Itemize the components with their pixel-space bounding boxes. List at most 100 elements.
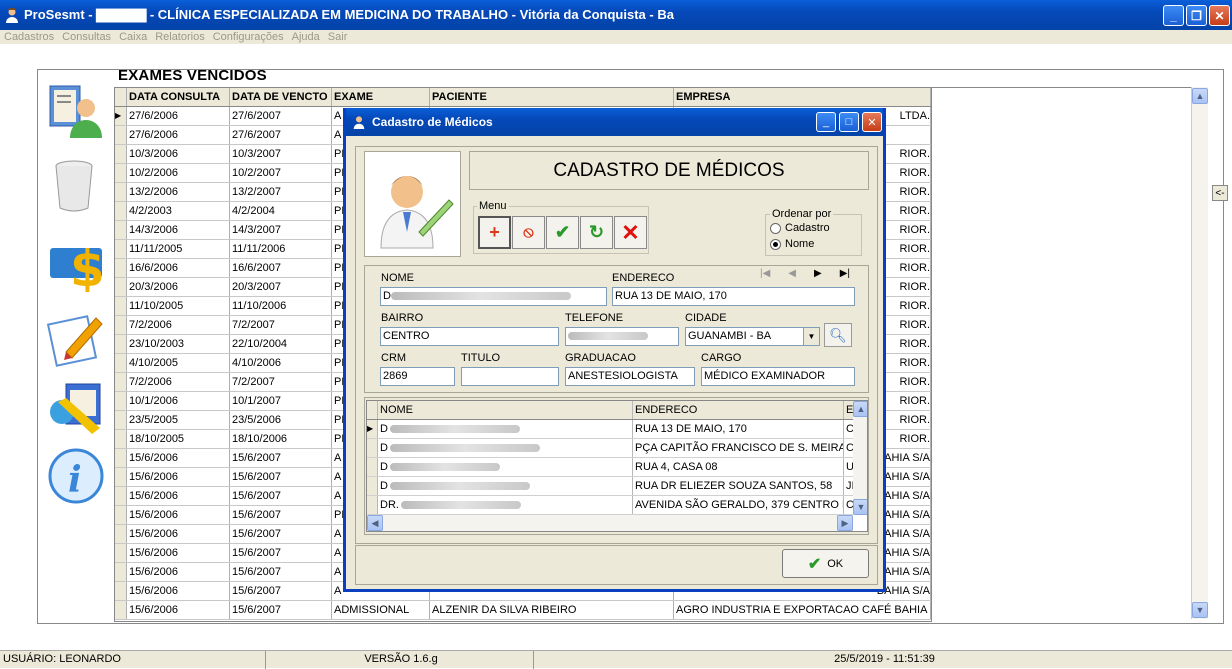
- refresh-button[interactable]: ↻: [580, 216, 613, 249]
- dialog-title: Cadastro de Médicos: [372, 115, 493, 129]
- window-titlebar: ProSesmt - ▇▇▇▇▇ - CLÍNICA ESPECIALIZADA…: [0, 0, 1232, 30]
- table-cell: 7/2/2006: [127, 316, 230, 334]
- table-cell: 10/2/2007: [230, 164, 332, 182]
- scroll-down-icon[interactable]: ▼: [1192, 602, 1208, 618]
- table-cell: 14/3/2006: [127, 221, 230, 239]
- search-icon: 🔍︎: [829, 326, 847, 343]
- list-item[interactable]: DR. AVENIDA SÃO GERALDO, 379 CENTRO ME C: [367, 496, 867, 515]
- table-cell: 13/2/2006: [127, 183, 230, 201]
- table-cell: 18/10/2006: [230, 430, 332, 448]
- edit-pencil-icon[interactable]: [46, 308, 106, 368]
- list-col-nome[interactable]: NOME: [378, 401, 633, 419]
- bairro-field[interactable]: CENTRO: [380, 327, 559, 346]
- dropdown-arrow-icon[interactable]: ▼: [803, 328, 819, 345]
- dialog-heading: CADASTRO DE MÉDICOS: [469, 151, 869, 190]
- graduacao-label: GRADUACAO: [565, 352, 636, 364]
- graduacao-field[interactable]: ANESTESIOLOGISTA: [565, 367, 695, 386]
- table-cell: 18/10/2005: [127, 430, 230, 448]
- table-cell: 7/2/2006: [127, 373, 230, 391]
- window-title: ProSesmt - ▇▇▇▇▇ - CLÍNICA ESPECIALIZADA…: [24, 7, 674, 22]
- table-cell: 27/6/2007: [230, 126, 332, 144]
- list-cell-endereco: RUA DR ELIEZER SOUZA SANTOS, 58: [633, 477, 844, 495]
- menu-sair[interactable]: Sair: [328, 31, 348, 43]
- table-cell: 15/6/2007: [230, 563, 332, 581]
- collapse-arrow-button[interactable]: <-: [1212, 185, 1228, 201]
- list-vscroll[interactable]: ▲ ▼: [853, 401, 867, 515]
- cargo-field[interactable]: MÉDICO EXAMINADOR: [701, 367, 855, 386]
- cidade-select[interactable]: GUANAMBI - BA ▼: [685, 327, 820, 346]
- order-nome-radio[interactable]: Nome: [770, 238, 814, 250]
- next-record-icon[interactable]: ▶: [814, 268, 822, 279]
- nome-field[interactable]: D: [380, 287, 607, 306]
- list-scroll-up-icon[interactable]: ▲: [853, 401, 867, 417]
- forbidden-icon: ⦸: [523, 223, 534, 241]
- order-cadastro-radio[interactable]: Cadastro: [770, 222, 830, 234]
- minimize-button[interactable]: _: [1163, 5, 1184, 26]
- crm-field[interactable]: 2869: [380, 367, 455, 386]
- col-exame[interactable]: EXAME: [332, 88, 430, 106]
- list-scroll-down-icon[interactable]: ▼: [853, 499, 867, 515]
- list-scroll-right-icon[interactable]: ▶: [837, 515, 853, 531]
- check-icon: ✔: [554, 222, 571, 242]
- table-cell: 15/6/2007: [230, 601, 332, 619]
- menu-relatorios[interactable]: Relatorios: [155, 31, 205, 43]
- record-navigator: |◀ ◀ ▶ ▶|: [760, 268, 850, 279]
- prev-record-icon[interactable]: ◀: [788, 268, 796, 279]
- menu-ajuda[interactable]: Ajuda: [292, 31, 320, 43]
- menu-caixa[interactable]: Caixa: [119, 31, 147, 43]
- list-scroll-left-icon[interactable]: ◀: [367, 515, 383, 531]
- menu-configuracoes[interactable]: Configurações: [213, 31, 284, 43]
- table-cell: 15/6/2006: [127, 506, 230, 524]
- table-cell: 11/10/2005: [127, 297, 230, 315]
- close-button[interactable]: ✕: [1209, 5, 1230, 26]
- table-cell: 15/6/2006: [127, 449, 230, 467]
- list-cell-nome: D: [378, 439, 633, 457]
- table-row[interactable]: 15/6/2006 15/6/2007 ADMISSIONAL ALZENIR DA …: [115, 601, 931, 620]
- money-icon[interactable]: $: [46, 232, 106, 298]
- search-city-button[interactable]: 🔍︎: [824, 323, 852, 347]
- patient-record-icon[interactable]: [46, 80, 106, 140]
- ok-button[interactable]: ✔ OK: [782, 549, 869, 578]
- list-item[interactable]: D RUA DR ELIEZER SOUZA SANTOS, 58 JI: [367, 477, 867, 496]
- menu-bar: Cadastros Consultas Caixa Relatorios Con…: [0, 30, 1232, 44]
- list-item[interactable]: D PÇA CAPITÃO FRANCISCO DE S. MEIRA C: [367, 439, 867, 458]
- scroll-up-icon[interactable]: ▲: [1192, 88, 1208, 104]
- delete-button[interactable]: ✕: [614, 216, 647, 249]
- info-icon[interactable]: i: [46, 448, 106, 508]
- save-button[interactable]: ✔: [546, 216, 579, 249]
- col-empresa[interactable]: EMPRESA: [674, 88, 931, 106]
- list-hscroll[interactable]: ◀ ▶: [367, 515, 853, 531]
- dialog-minimize-button[interactable]: _: [816, 112, 836, 132]
- col-data-consulta[interactable]: DATA CONSULTA: [127, 88, 230, 106]
- cancel-button[interactable]: ⦸: [512, 216, 545, 249]
- side-toolbar: $ i: [40, 78, 112, 623]
- last-record-icon[interactable]: ▶|: [840, 268, 850, 279]
- titulo-field[interactable]: [461, 367, 559, 386]
- table-cell: 23/5/2005: [127, 411, 230, 429]
- col-data-vencto[interactable]: DATA DE VENCTO: [230, 88, 332, 106]
- list-item[interactable]: D RUA 4, CASA 08 U: [367, 458, 867, 477]
- endereco-field[interactable]: RUA 13 DE MAIO, 170: [612, 287, 855, 306]
- dialog-close-button[interactable]: ✕: [862, 112, 882, 132]
- exames-vencidos-heading: EXAMES VENCIDOS: [118, 67, 267, 84]
- restore-button[interactable]: ❐: [1186, 5, 1207, 26]
- list-item[interactable]: ▶ D RUA 13 DE MAIO, 170 C: [367, 420, 867, 439]
- vertical-scrollbar[interactable]: ▲ ▼: [1191, 87, 1208, 619]
- dialog-maximize-button[interactable]: □: [839, 112, 859, 132]
- refresh-icon: ↻: [588, 222, 605, 242]
- table-cell: 15/6/2006: [127, 582, 230, 600]
- settings-tools-icon[interactable]: [46, 378, 106, 438]
- table-cell: 10/1/2006: [127, 392, 230, 410]
- table-cell: 15/6/2007: [230, 487, 332, 505]
- table-cell: 15/6/2007: [230, 468, 332, 486]
- col-paciente[interactable]: PACIENTE: [430, 88, 674, 106]
- telefone-field[interactable]: [565, 327, 679, 346]
- first-record-icon[interactable]: |◀: [760, 268, 770, 279]
- menu-consultas[interactable]: Consultas: [62, 31, 111, 43]
- cadastro-medicos-dialog: Cadastro de Médicos _ □ ✕ CADASTRO DE MÉ…: [343, 108, 886, 592]
- glass-icon[interactable]: [46, 156, 106, 216]
- table-cell: 15/6/2007: [230, 449, 332, 467]
- add-button[interactable]: +: [478, 216, 511, 249]
- menu-cadastros[interactable]: Cadastros: [4, 31, 54, 43]
- list-col-endereco[interactable]: ENDERECO: [633, 401, 844, 419]
